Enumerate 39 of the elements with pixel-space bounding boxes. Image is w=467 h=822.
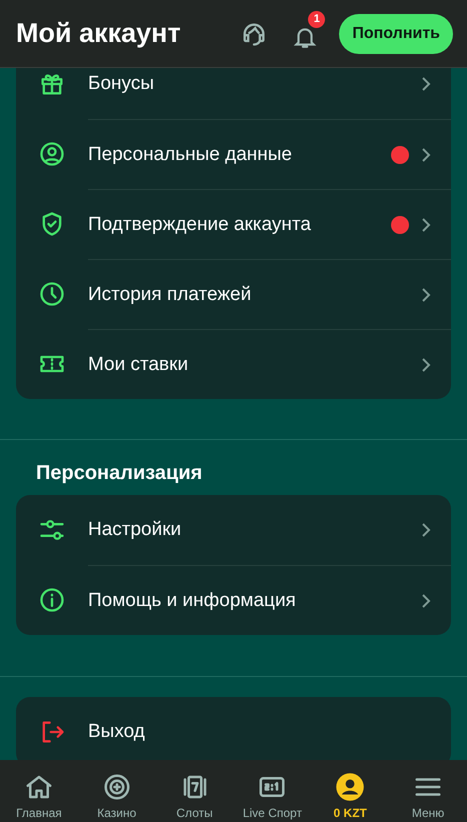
chip-icon (102, 772, 132, 802)
nav-tab[interactable]: Live Спорт (233, 760, 312, 822)
menu-item-label: Подтверждение аккаунта (88, 214, 312, 236)
menu-item-label: Помощь и информация (88, 590, 297, 612)
menu-item[interactable]: История платежей (16, 259, 451, 329)
menu-item[interactable]: Подтверждение аккаунта (16, 189, 451, 259)
notifications-button[interactable]: 1 (285, 10, 326, 56)
notification-badge: 1 (308, 10, 326, 28)
page-title: Мой аккаунт (16, 18, 182, 49)
chevron-right-icon (421, 216, 431, 232)
menu-item-label: История платежей (88, 284, 252, 306)
menu-item[interactable]: Мои ставки (16, 329, 451, 399)
menu-item-label: Персональные данные (88, 144, 293, 166)
nav-tab[interactable]: Слоты (156, 760, 234, 822)
menu-item[interactable]: Персональные данные (16, 119, 451, 189)
menu-item-label: Настройки (88, 519, 182, 541)
nav-tab[interactable]: Казино (78, 760, 156, 822)
clock-icon (38, 280, 66, 308)
section-heading: Персонализация (35, 461, 204, 486)
info-icon (38, 586, 66, 614)
user-avatar-icon (335, 772, 366, 802)
chevron-right-icon (421, 522, 431, 538)
chevron-right-icon (421, 286, 431, 302)
menu-item[interactable]: Бонусы (16, 68, 451, 119)
menu-item[interactable]: Настройки (16, 495, 451, 565)
menu-item[interactable]: Выход (16, 697, 451, 760)
chevron-right-icon (421, 592, 431, 608)
nav-tab[interactable]: Меню (389, 760, 467, 822)
menu-item-label: Выход (88, 721, 146, 743)
user-icon (38, 140, 66, 168)
chevron-right-icon (421, 76, 431, 92)
nav-tab[interactable]: 0 KZT (311, 760, 390, 822)
chevron-right-icon (421, 356, 431, 372)
deposit-button[interactable]: Пополнить (339, 14, 453, 54)
chevron-right-icon (421, 146, 431, 162)
menu-item-label: Мои ставки (88, 354, 190, 376)
menu-item-label: Бонусы (88, 73, 155, 95)
nav-tab[interactable]: Главная (0, 760, 78, 822)
menu-item[interactable]: Помощь и информация (16, 565, 451, 635)
